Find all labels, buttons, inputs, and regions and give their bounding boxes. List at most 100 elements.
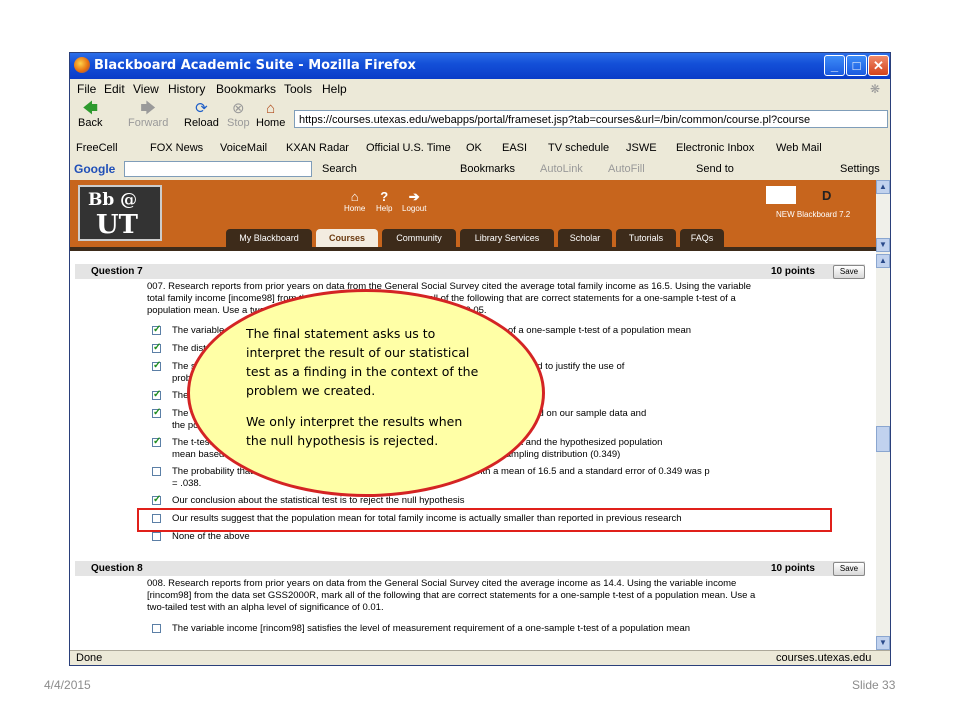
status-bar: Done courses.utexas.edu [70, 650, 890, 665]
bookmark-electronic-inbox[interactable]: Electronic Inbox [676, 142, 754, 154]
google-search-button[interactable]: Search [322, 163, 357, 175]
stop-button[interactable]: ⊗ Stop [227, 100, 250, 130]
longhorn-logo [766, 186, 796, 204]
menu-bar: File Edit View History Bookmarks Tools H… [70, 79, 890, 99]
scroll-up-icon[interactable]: ▲ [876, 254, 890, 268]
maximize-button[interactable]: □ [846, 55, 867, 76]
menu-tools[interactable]: Tools [284, 82, 312, 96]
tab-my-blackboard[interactable]: My Blackboard [226, 229, 312, 247]
bookmark-easi[interactable]: EASI [502, 142, 527, 154]
question-8-line-2: [rincom98] from the data set GSS2000R, m… [147, 590, 756, 601]
google-sendto-button[interactable]: Send to [696, 163, 734, 175]
tab-courses[interactable]: Courses [316, 229, 378, 247]
bookmark-freecell[interactable]: FreeCell [76, 142, 118, 154]
bookmark-voicemail[interactable]: VoiceMail [220, 142, 267, 154]
bookmark-tv-schedule[interactable]: TV schedule [548, 142, 609, 154]
throbber-icon: ❋ [870, 82, 881, 96]
forward-arrow-icon: 🡆 [140, 100, 156, 117]
reload-button[interactable]: ⟳ Reload [184, 100, 219, 130]
scroll-up-icon[interactable]: ▲ [876, 180, 890, 194]
bb-version-label: NEW Blackboard 7.2 [776, 210, 851, 219]
url-text: https://courses.utexas.edu/webapps/porta… [299, 114, 811, 126]
google-search-input[interactable] [124, 161, 312, 177]
highlight-box [137, 508, 832, 532]
bookmark-kxan-radar[interactable]: KXAN Radar [286, 142, 349, 154]
checkbox[interactable] [152, 360, 161, 372]
slide-number: Slide 33 [852, 678, 896, 692]
bookmark-ok[interactable]: OK [466, 142, 482, 154]
google-autofill-button[interactable]: AutoFill [608, 163, 645, 175]
forward-button[interactable]: 🡆 Forward [128, 100, 168, 130]
tab-faqs[interactable]: FAQs [680, 229, 724, 247]
stop-icon: ⊗ [232, 100, 245, 117]
header-rule [70, 247, 876, 251]
back-arrow-icon: 🡄 [82, 100, 98, 117]
menu-help[interactable]: Help [322, 82, 347, 96]
callout-paragraph-1: The final statement asks us to interpret… [246, 326, 479, 398]
bookmark-web-mail[interactable]: Web Mail [776, 142, 822, 154]
checkbox[interactable] [152, 342, 161, 354]
tab-library-services[interactable]: Library Services [460, 229, 554, 247]
bb-logo: Bb @ UT [78, 185, 162, 241]
checkbox[interactable] [152, 324, 161, 336]
tab-tutorials[interactable]: Tutorials [616, 229, 676, 247]
google-autolink-button[interactable]: AutoLink [540, 163, 583, 175]
checkbox[interactable] [152, 467, 161, 476]
google-logo: Google [74, 162, 116, 176]
question-icon: ? [380, 189, 389, 204]
firefox-icon [74, 57, 90, 73]
title-bar: Blackboard Academic Suite - Mozilla Fire… [70, 53, 890, 79]
menu-bookmarks[interactable]: Bookmarks [216, 82, 276, 96]
question-8-line-3: two-tailed test with an alpha level of s… [147, 602, 384, 613]
callout-paragraph-2: We only interpret the results when the n… [246, 414, 463, 448]
question-8-header: Question 8 10 points Save [75, 561, 865, 576]
google-bookmarks-button[interactable]: Bookmarks [460, 163, 515, 175]
menu-view[interactable]: View [133, 82, 159, 96]
checkbox[interactable] [152, 494, 161, 506]
question-7-line-1: 007. Research reports from prior years o… [147, 281, 752, 292]
minimize-button[interactable]: _ [824, 55, 845, 76]
scroll-down-icon[interactable]: ▼ [876, 238, 890, 252]
checkbox[interactable] [152, 389, 161, 401]
bookmark-jswe[interactable]: JSWE [626, 142, 657, 154]
question-7-line-2: total family income [income98] from the … [147, 293, 736, 304]
bookmark-official-time[interactable]: Official U.S. Time [366, 142, 451, 154]
status-text: Done [76, 652, 103, 664]
checkbox[interactable] [152, 532, 161, 541]
question-8-line-1: 008. Research reports from prior years o… [147, 578, 737, 589]
close-button[interactable]: ✕ [868, 55, 889, 76]
question-7-header: Question 7 10 points Save [75, 264, 865, 279]
url-bar[interactable]: https://courses.utexas.edu/webapps/porta… [294, 110, 888, 128]
checkbox[interactable] [152, 407, 161, 419]
question-7-points: 10 points [771, 266, 815, 277]
checkbox[interactable] [152, 624, 161, 633]
menu-history[interactable]: History [168, 82, 205, 96]
house-icon: ⌂ [350, 189, 359, 204]
question-7-save-button[interactable]: Save [833, 265, 865, 279]
back-button[interactable]: 🡄 Back [78, 100, 102, 130]
tab-scholar[interactable]: Scholar [558, 229, 612, 247]
bb-help-link[interactable]: ? Help [376, 189, 392, 214]
bookmark-fox-news[interactable]: FOX News [150, 142, 203, 154]
home-button[interactable]: ⌂ Home [256, 100, 285, 130]
menu-file[interactable]: File [77, 82, 96, 96]
menu-edit[interactable]: Edit [104, 82, 125, 96]
logout-icon: ➔ [408, 189, 420, 204]
google-settings-button[interactable]: Settings [840, 163, 880, 175]
callout-text: The final statement asks us to interpret… [246, 324, 486, 450]
question-8-save-button[interactable]: Save [833, 562, 865, 576]
vertical-scrollbar[interactable]: ▲ ▼ ▲ ▼ [876, 180, 890, 650]
scroll-thumb[interactable] [876, 426, 890, 452]
question-8-points: 10 points [771, 563, 815, 574]
question-8-title: Question 8 [91, 563, 143, 574]
scroll-down-icon[interactable]: ▼ [876, 636, 890, 650]
status-domain: courses.utexas.edu [776, 652, 872, 664]
bookmarks-toolbar: FreeCell FOX News VoiceMail KXAN Radar O… [70, 139, 890, 159]
checkbox[interactable] [152, 436, 161, 448]
tab-community[interactable]: Community [382, 229, 456, 247]
reload-icon: ⟳ [195, 100, 208, 117]
bb-logout-link[interactable]: ➔ Logout [402, 189, 426, 214]
bb-home-link[interactable]: ⌂ Home [344, 189, 365, 214]
slide-date: 4/4/2015 [44, 678, 91, 692]
home-icon: ⌂ [266, 100, 276, 117]
